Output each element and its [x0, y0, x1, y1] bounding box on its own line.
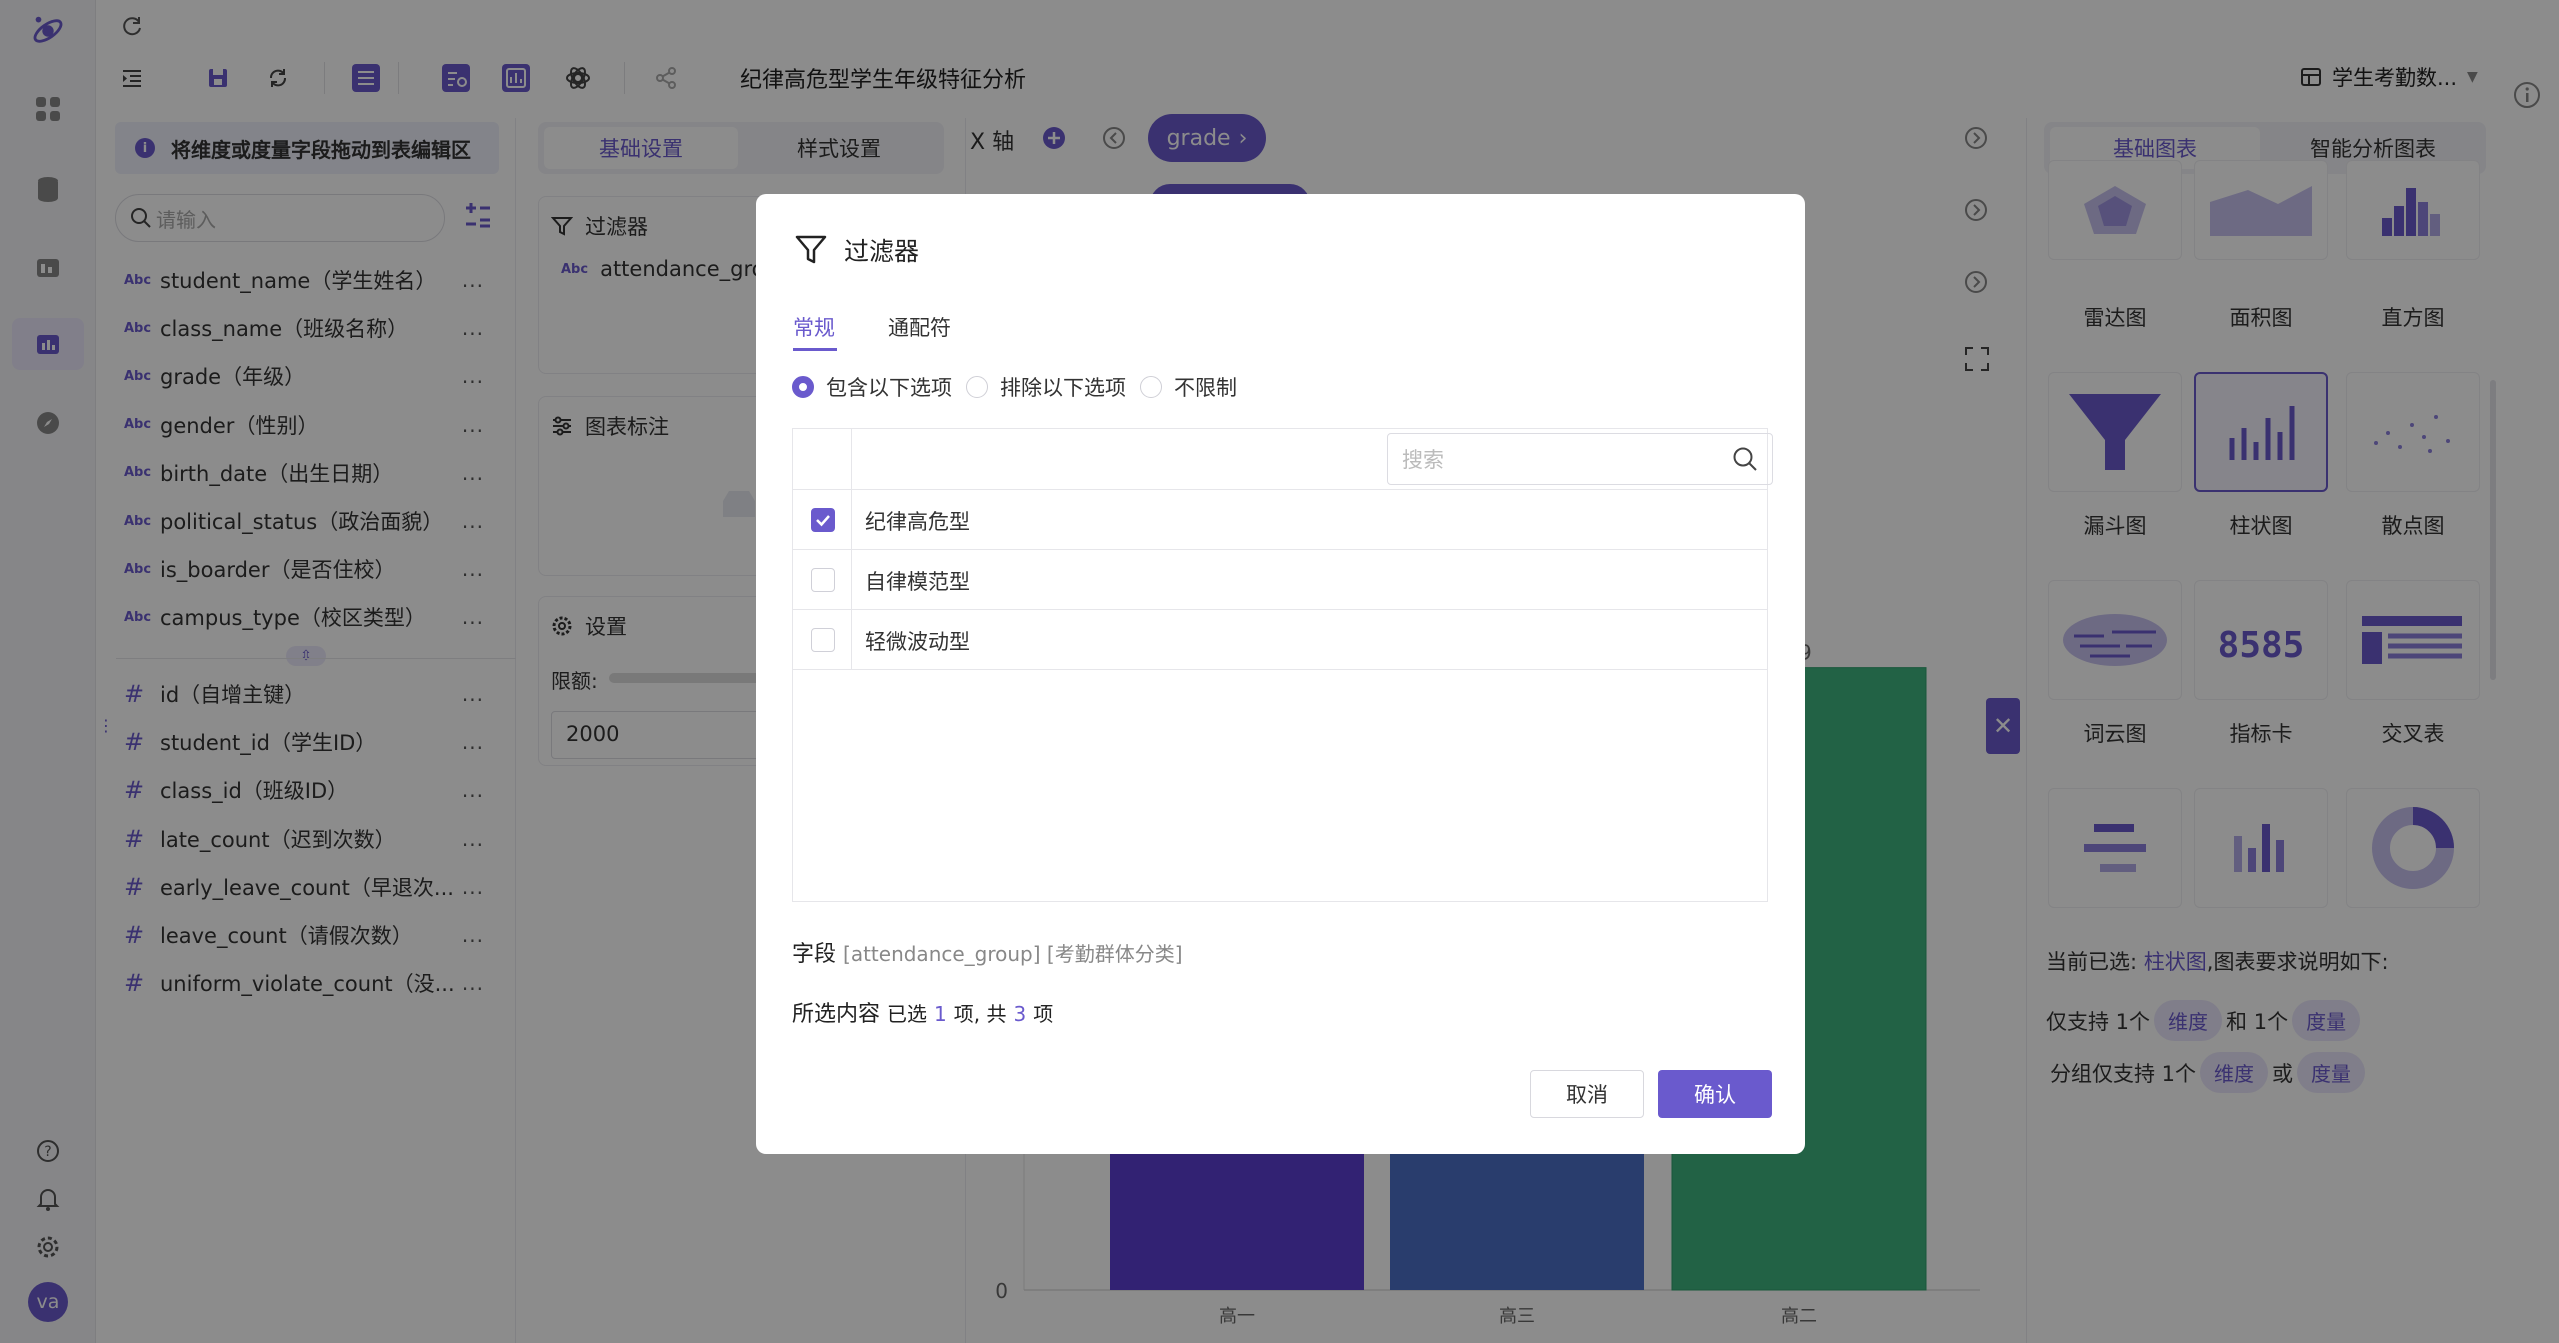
selection-post: 项 — [1033, 1002, 1054, 1026]
options-table: 搜索 纪律高危型自律模范型轻微波动型 — [792, 428, 1773, 902]
selection-info: 所选内容 已选 1 项, 共 3 项 — [792, 996, 1053, 1028]
radio-nolimit[interactable]: 不限制 — [1140, 372, 1237, 402]
filter-icon — [795, 235, 827, 264]
tab-underline — [793, 348, 837, 351]
search-icon — [1733, 447, 1757, 471]
option-row[interactable]: 自律模范型 — [793, 549, 1767, 610]
radio-include[interactable]: 包含以下选项 — [792, 372, 952, 402]
cancel-button[interactable]: 取消 — [1530, 1070, 1644, 1118]
column-divider — [851, 610, 852, 670]
checkmark-icon — [816, 515, 830, 527]
field-info: 字段 [attendance_group] [考勤群体分类] — [792, 936, 1183, 968]
option-search-placeholder: 搜索 — [1402, 448, 1444, 472]
radio-dot — [792, 376, 814, 398]
radio-exclude-label: 排除以下选项 — [1000, 376, 1126, 400]
radio-dot — [966, 376, 988, 398]
option-label: 自律模范型 — [865, 570, 970, 594]
table-bottom-divider — [793, 669, 1767, 670]
filter-dialog: 过滤器 常规 通配符 包含以下选项 排除以下选项 不限制 搜索 纪律高危型自律模… — [756, 194, 1805, 1154]
tab-wildcard[interactable]: 通配符 — [888, 312, 951, 342]
selection-pre: 已选 — [887, 1002, 928, 1026]
tab-normal[interactable]: 常规 — [793, 312, 835, 342]
option-label: 轻微波动型 — [865, 630, 970, 654]
radio-nolimit-label: 不限制 — [1174, 376, 1237, 400]
option-checkbox[interactable] — [811, 628, 835, 652]
dialog-title: 过滤器 — [844, 237, 920, 266]
option-search-input[interactable]: 搜索 — [1387, 433, 1773, 485]
confirm-button[interactable]: 确认 — [1658, 1070, 1772, 1118]
selection-label: 所选内容 — [792, 1002, 881, 1027]
radio-exclude[interactable]: 排除以下选项 — [966, 372, 1126, 402]
option-checkbox[interactable] — [811, 568, 835, 592]
total-count: 3 — [1013, 1002, 1027, 1026]
column-divider — [851, 550, 852, 610]
option-row[interactable]: 纪律高危型 — [793, 489, 1767, 550]
option-checkbox[interactable] — [811, 508, 835, 532]
field-info-value: [attendance_group] [考勤群体分类] — [843, 942, 1183, 966]
selection-mid: 项, 共 — [953, 1002, 1007, 1026]
selected-count: 1 — [934, 1002, 947, 1026]
radio-dot — [1140, 376, 1162, 398]
option-label: 纪律高危型 — [865, 510, 970, 534]
column-divider — [851, 490, 852, 550]
option-row[interactable]: 轻微波动型 — [793, 609, 1767, 670]
radio-include-label: 包含以下选项 — [826, 376, 952, 400]
field-info-label: 字段 — [792, 942, 837, 967]
